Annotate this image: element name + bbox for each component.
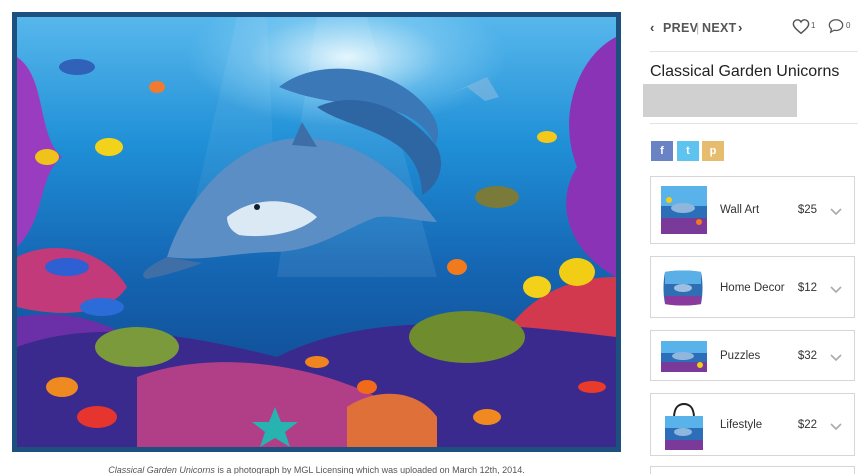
facebook-icon: f: [660, 145, 664, 157]
chevron-down-icon[interactable]: [830, 208, 842, 216]
chevron-down-icon[interactable]: [830, 286, 842, 294]
artwork-image[interactable]: [17, 17, 616, 447]
product-label: Puzzles: [720, 350, 761, 362]
heart-icon[interactable]: [792, 18, 810, 36]
product-price: $12: [797, 282, 817, 294]
wall-art-thumbnail: [661, 186, 707, 234]
product-label: Wall Art: [720, 204, 760, 216]
home-decor-thumbnail: [663, 270, 703, 306]
product-label: Home Decor: [720, 282, 785, 294]
underwater-scene-illustration: [17, 17, 616, 447]
comments-count: 0: [846, 21, 851, 30]
lifestyle-tote-thumbnail: [665, 402, 703, 450]
facebook-share-button[interactable]: f: [651, 141, 673, 161]
product-price: $22: [797, 419, 817, 431]
product-card-puzzles[interactable]: Puzzles $32: [650, 330, 855, 381]
next-link[interactable]: NEXT: [702, 21, 737, 35]
product-card-wall-art[interactable]: Wall Art $25: [650, 176, 855, 244]
redacted-block: [643, 84, 797, 117]
chevron-down-icon[interactable]: [830, 423, 842, 431]
divider: [650, 123, 858, 124]
chevron-left-icon[interactable]: ‹: [650, 20, 654, 35]
nav-separator: |: [696, 21, 700, 35]
favorites-count: 1: [811, 21, 816, 30]
page: Classical Garden Unicorns is a photograp…: [0, 0, 865, 474]
product-label: Lifestyle: [720, 419, 763, 431]
product-card-home-decor[interactable]: Home Decor $12: [650, 256, 855, 318]
comment-icon[interactable]: [828, 18, 844, 34]
twitter-icon: t: [686, 145, 690, 157]
artwork-caption: Classical Garden Unicorns is a photograp…: [0, 465, 633, 474]
product-title: Classical Garden Unicorns: [650, 63, 840, 80]
pinterest-share-button[interactable]: p: [702, 141, 724, 161]
pinterest-icon: p: [709, 145, 717, 157]
chevron-down-icon[interactable]: [830, 354, 842, 362]
caption-artwork-title: Classical Garden Unicorns: [108, 465, 215, 474]
artwork-frame[interactable]: [12, 12, 621, 452]
caption-text: is a photograph by MGL Licensing which w…: [214, 465, 525, 474]
product-card-partial[interactable]: [650, 466, 855, 474]
artwork-navigation: ‹ PREV | NEXT › 1 0: [650, 18, 858, 36]
product-card-lifestyle[interactable]: Lifestyle $22: [650, 393, 855, 456]
prev-link[interactable]: PREV: [663, 21, 698, 35]
chevron-right-icon[interactable]: ›: [738, 20, 742, 35]
puzzles-thumbnail: [661, 341, 707, 372]
product-price: $25: [797, 204, 817, 216]
product-price: $32: [797, 350, 817, 362]
twitter-share-button[interactable]: t: [677, 141, 699, 161]
divider: [650, 51, 858, 52]
